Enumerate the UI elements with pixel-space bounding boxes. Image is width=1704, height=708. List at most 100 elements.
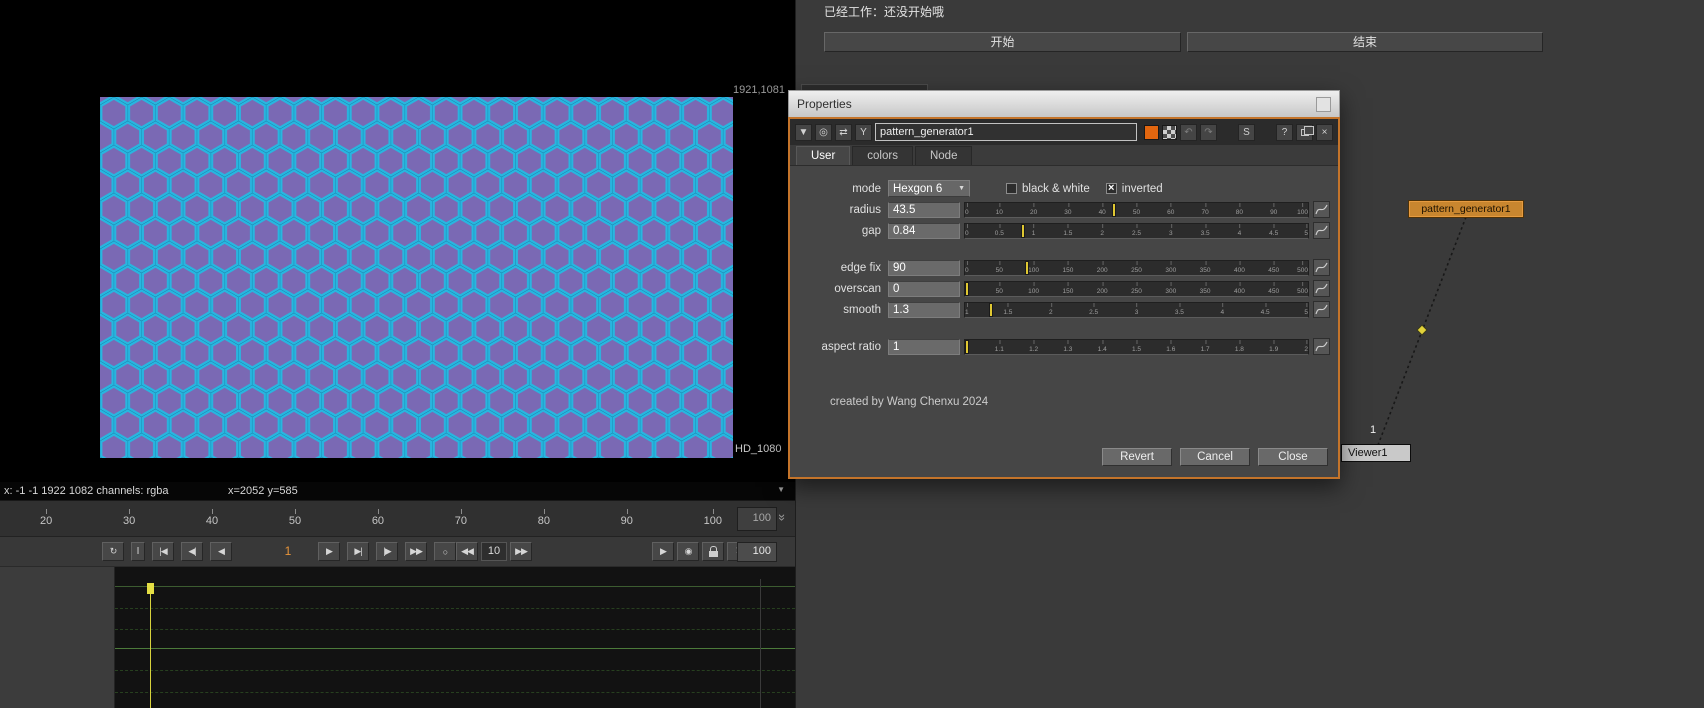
undo-icon[interactable]: ↶	[1180, 124, 1197, 141]
ruler-tick-label: 80	[538, 510, 550, 527]
param-value-field[interactable]: 1.3	[888, 302, 960, 318]
first-frame-button[interactable]: |◀	[152, 542, 174, 561]
tab-node[interactable]: Node	[915, 146, 973, 165]
mode-dropdown[interactable]: Hexgon 6 ▼	[888, 180, 970, 197]
end-button[interactable]: 结束	[1187, 32, 1543, 52]
checkbox-label: black & white	[1022, 183, 1090, 195]
close-button[interactable]: Close	[1258, 448, 1328, 466]
param-slider[interactable]: 050100150200250300350400450500	[964, 260, 1309, 276]
group-spacer	[790, 241, 1338, 257]
fps-field[interactable]: 100	[737, 542, 777, 562]
slider-tick-label: 1.2	[1029, 346, 1038, 354]
revert-button[interactable]: Revert	[1102, 448, 1172, 466]
viewer-format-label: HD_1080	[735, 443, 781, 455]
postage-stamp-swatch[interactable]	[1162, 125, 1177, 140]
edge-midpoint-diamond	[1417, 325, 1427, 335]
current-frame-field[interactable]: 1	[268, 542, 308, 561]
slider-position-marker[interactable]	[1112, 203, 1116, 217]
node-tree-icon[interactable]: Y	[855, 124, 872, 141]
next-frame-button[interactable]: ▶|	[347, 542, 369, 561]
playback-range-field[interactable]: 100	[737, 507, 777, 531]
center-node-icon[interactable]: ◎	[815, 124, 832, 141]
flipbook-button[interactable]: ▶	[652, 542, 674, 561]
checkbox-box	[1006, 183, 1017, 194]
input-mode-button[interactable]: I	[131, 542, 145, 561]
loop-mode-button[interactable]: ○	[434, 542, 456, 561]
settings-s-button[interactable]: S	[1238, 124, 1255, 141]
param-slider[interactable]: 11.11.21.31.41.51.61.71.81.92	[964, 339, 1309, 355]
node-pattern-generator1[interactable]: pattern_generator1	[1409, 201, 1523, 217]
properties-titlebar[interactable]: Properties	[788, 90, 1340, 117]
animation-curve-button[interactable]	[1313, 338, 1330, 355]
param-slider[interactable]: 00.511.522.533.544.55	[964, 223, 1309, 239]
slider-tick-label: 0	[965, 209, 969, 217]
curve-editor-canvas[interactable]	[115, 567, 795, 708]
param-row-gap: gap0.8400.511.522.533.544.55	[790, 220, 1338, 241]
transport-far: ▶◉↧	[652, 542, 749, 561]
slider-tick-label: 1.8	[1235, 346, 1244, 354]
lock-range-button[interactable]	[702, 542, 724, 561]
playback-settings-button[interactable]: ↻	[102, 542, 124, 561]
animation-curve-button[interactable]	[1313, 280, 1330, 297]
step-back-button[interactable]: ◀◀	[456, 542, 478, 561]
viewer-resolution-label: 1921,1081	[733, 84, 785, 96]
param-value-field[interactable]: 0.84	[888, 223, 960, 239]
cancel-button[interactable]: Cancel	[1180, 448, 1250, 466]
node-name-field[interactable]	[875, 123, 1137, 141]
black-white-checkbox[interactable]: black & white	[1006, 183, 1090, 195]
param-slider[interactable]: 050100150200250300350400450500	[964, 281, 1309, 297]
slider-position-marker[interactable]	[1025, 261, 1029, 275]
timeline-playhead[interactable]	[150, 583, 151, 708]
param-value-field[interactable]: 0	[888, 281, 960, 297]
param-slider[interactable]: 0102030405060708090100	[964, 202, 1309, 218]
status-menu-triangle-icon[interactable]: ▼	[777, 485, 785, 494]
collapse-triangle-icon[interactable]: ▼	[795, 124, 812, 141]
curve-editor-pane	[0, 567, 795, 708]
slider-tick-label: 3.5	[1175, 309, 1184, 317]
inverted-checkbox[interactable]: × inverted	[1106, 183, 1163, 195]
animation-curve-button[interactable]	[1313, 222, 1330, 239]
grid-line	[115, 670, 795, 671]
prev-keyframe-button[interactable]: ◀|	[181, 542, 203, 561]
float-controls-icon[interactable]: ⇄	[835, 124, 852, 141]
tab-user[interactable]: User	[796, 146, 850, 165]
animation-curve-button[interactable]	[1313, 259, 1330, 276]
region-render-button[interactable]: ◉	[677, 542, 699, 561]
node-color-swatch[interactable]	[1144, 125, 1159, 140]
animation-curve-button[interactable]	[1313, 301, 1330, 318]
range-chevron-icon[interactable]: »	[775, 514, 790, 521]
slider-position-marker[interactable]	[1021, 224, 1025, 238]
slider-tick-label: 20	[1030, 209, 1037, 217]
viewer-canvas[interactable]: 1921,1081	[0, 0, 795, 482]
playhead-flag[interactable]	[147, 583, 154, 594]
help-button[interactable]: ?	[1276, 124, 1293, 141]
animation-curve-button[interactable]	[1313, 201, 1330, 218]
prev-frame-button[interactable]: ◀	[210, 542, 232, 561]
float-window-button[interactable]	[1296, 124, 1313, 141]
node-viewer1[interactable]: Viewer1	[1341, 444, 1411, 462]
window-button[interactable]	[1316, 97, 1331, 112]
tab-colors[interactable]: colors	[852, 146, 913, 165]
param-value-field[interactable]: 1	[888, 339, 960, 355]
last-frame-button[interactable]: ▶▶	[405, 542, 427, 561]
param-value-field[interactable]: 43.5	[888, 202, 960, 218]
start-button[interactable]: 开始	[824, 32, 1181, 52]
slider-position-marker[interactable]	[965, 282, 969, 296]
slider-tick-label: 70	[1201, 209, 1208, 217]
redo-icon[interactable]: ↷	[1200, 124, 1217, 141]
frame-increment-field[interactable]: 10	[481, 542, 507, 561]
slider-tick-label: 100	[1028, 288, 1039, 296]
ruler-tick-label: 70	[455, 510, 467, 527]
close-panel-button[interactable]: ×	[1316, 124, 1333, 141]
next-keyframe-button[interactable]: |▶	[376, 542, 398, 561]
ruler-tick-label: 60	[372, 510, 384, 527]
properties-panel: Properties ▼◎⇄Y ↶↷S?× UsercolorsNode mod…	[788, 90, 1340, 479]
slider-tick-label: 2.5	[1089, 309, 1098, 317]
play-forward-button[interactable]: ▶	[318, 542, 340, 561]
param-value-field[interactable]: 90	[888, 260, 960, 276]
timeline-ruler[interactable]: 2030405060708090100 100 »	[0, 500, 795, 537]
slider-position-marker[interactable]	[989, 303, 993, 317]
step-forward-button[interactable]: ▶▶	[510, 542, 532, 561]
slider-position-marker[interactable]	[965, 340, 969, 354]
param-slider[interactable]: 11.522.533.544.55	[964, 302, 1309, 318]
